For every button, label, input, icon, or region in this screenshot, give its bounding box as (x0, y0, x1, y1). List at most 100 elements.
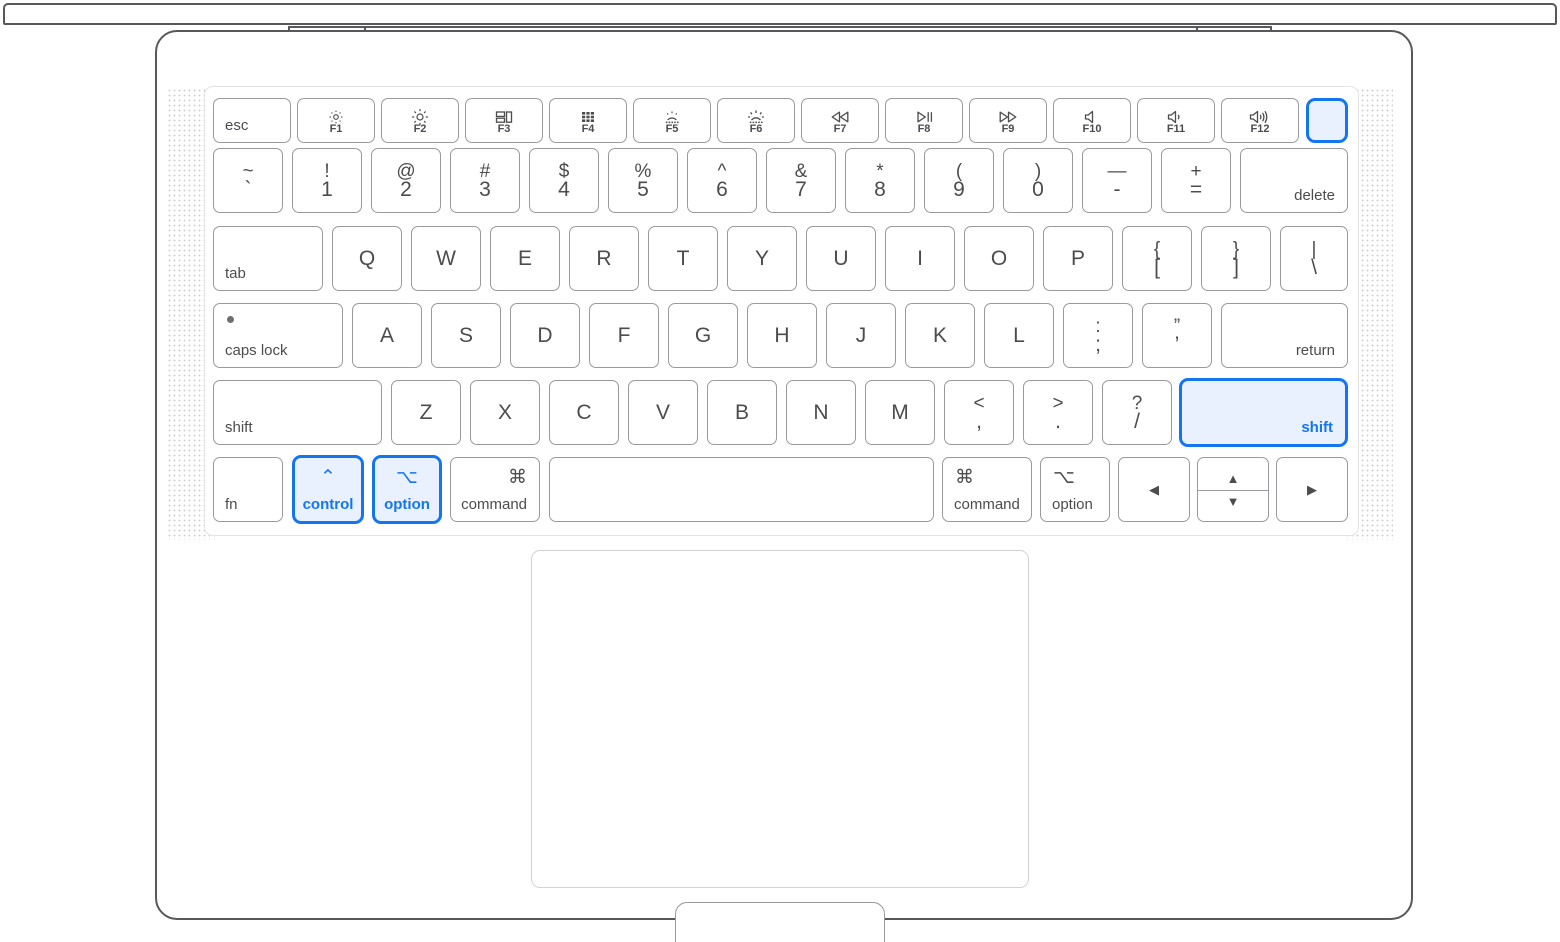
key-f12[interactable]: F12 (1221, 98, 1299, 143)
key-l-label: L (1013, 324, 1025, 347)
key-z[interactable]: Z (391, 380, 461, 445)
key-j[interactable]: J (826, 303, 896, 368)
key-y-label: Y (754, 247, 769, 270)
key-control[interactable]: ⌃ control (292, 455, 364, 524)
key-delete[interactable]: delete (1240, 148, 1348, 213)
key-fn[interactable]: fn (213, 457, 283, 522)
key-e[interactable]: E (490, 226, 560, 291)
key-return-label: return (1295, 342, 1335, 359)
key-option-right[interactable]: ⌥ option (1040, 457, 1110, 522)
key-arrow-right[interactable]: ▶ (1276, 457, 1348, 522)
display-lid (3, 3, 1557, 25)
key-f[interactable]: F (589, 303, 659, 368)
macbook-diagram: esc F1 F2 F3 F4 F5 F6 F7 F8 F9 F10 F11 F… (0, 0, 1560, 942)
key-bracket-left[interactable]: { [ (1122, 226, 1192, 291)
key-f10[interactable]: F10 (1053, 98, 1131, 143)
key-k-label: K (932, 324, 947, 347)
key-p[interactable]: P (1043, 226, 1113, 291)
key-f3[interactable]: F3 (465, 98, 543, 143)
key-backslash[interactable]: | \ (1280, 226, 1348, 291)
key-comma-label: , (976, 410, 982, 433)
key-5[interactable]: % 5 (608, 148, 678, 213)
key-command-left[interactable]: ⌘ command (450, 457, 540, 522)
key-n-label: N (813, 401, 829, 424)
key-3[interactable]: # 3 (450, 148, 520, 213)
key-t[interactable]: T (648, 226, 718, 291)
key-1[interactable]: ! 1 (292, 148, 362, 213)
key-minus[interactable]: — - (1082, 148, 1152, 213)
key-m[interactable]: M (865, 380, 935, 445)
key-l[interactable]: L (984, 303, 1054, 368)
key-f11[interactable]: F11 (1137, 98, 1215, 143)
key-4-label: 4 (558, 178, 570, 201)
key-command-right[interactable]: ⌘ command (942, 457, 1032, 522)
key-semicolon[interactable]: : ; (1063, 303, 1133, 368)
key-f7[interactable]: F7 (801, 98, 879, 143)
key-h[interactable]: H (747, 303, 817, 368)
key-f1[interactable]: F1 (297, 98, 375, 143)
key-shift-left[interactable]: shift (213, 380, 382, 445)
key-z-label: Z (419, 401, 433, 424)
key-f2[interactable]: F2 (381, 98, 459, 143)
key-o[interactable]: O (964, 226, 1034, 291)
key-f9[interactable]: F9 (969, 98, 1047, 143)
key-slash[interactable]: ? / (1102, 380, 1172, 445)
key-option-left[interactable]: ⌥ option (372, 455, 442, 524)
key-f5-label: F5 (665, 123, 679, 135)
key-q[interactable]: Q (332, 226, 402, 291)
arrow-up-icon[interactable]: ▲ (1198, 472, 1268, 485)
trackpad[interactable] (531, 550, 1029, 888)
key-n[interactable]: N (786, 380, 856, 445)
key-f5[interactable]: F5 (633, 98, 711, 143)
key-equal[interactable]: + = (1161, 148, 1231, 213)
key-tab[interactable]: tab (213, 226, 323, 291)
key-c[interactable]: C (549, 380, 619, 445)
key-k[interactable]: K (905, 303, 975, 368)
key-t-label: T (676, 247, 690, 270)
key-s-label: S (458, 324, 473, 347)
key-7[interactable]: & 7 (766, 148, 836, 213)
key-shift-right[interactable]: shift (1179, 378, 1348, 447)
key-w[interactable]: W (411, 226, 481, 291)
key-quote[interactable]: ” ’ (1142, 303, 1212, 368)
key-f8[interactable]: F8 (885, 98, 963, 143)
key-x[interactable]: X (470, 380, 540, 445)
key-shift-right-label: shift (1301, 419, 1333, 436)
arrow-down-icon[interactable]: ▼ (1198, 495, 1268, 508)
lid-open-notch (675, 902, 885, 942)
key-power-touch-id[interactable] (1306, 98, 1348, 143)
key-a-label: A (379, 324, 394, 347)
key-b-label: B (734, 401, 749, 424)
key-return[interactable]: return (1221, 303, 1348, 368)
key-i[interactable]: I (885, 226, 955, 291)
key-r[interactable]: R (569, 226, 639, 291)
key-s[interactable]: S (431, 303, 501, 368)
key-0[interactable]: ) 0 (1003, 148, 1073, 213)
key-y[interactable]: Y (727, 226, 797, 291)
key-b[interactable]: B (707, 380, 777, 445)
key-8[interactable]: * 8 (845, 148, 915, 213)
key-v[interactable]: V (628, 380, 698, 445)
key-6[interactable]: ^ 6 (687, 148, 757, 213)
key-f4[interactable]: F4 (549, 98, 627, 143)
key-arrow-left[interactable]: ◀ (1118, 457, 1190, 522)
key-f6[interactable]: F6 (717, 98, 795, 143)
key-d[interactable]: D (510, 303, 580, 368)
key-u[interactable]: U (806, 226, 876, 291)
key-caps-lock[interactable]: caps lock (213, 303, 343, 368)
key-esc[interactable]: esc (213, 98, 291, 143)
key-d-label: D (537, 324, 553, 347)
key-bracket-right[interactable]: } ] (1201, 226, 1271, 291)
key-f9-label: F9 (1001, 123, 1015, 135)
key-period[interactable]: > . (1023, 380, 1093, 445)
key-space[interactable] (549, 457, 934, 522)
key-g[interactable]: G (668, 303, 738, 368)
key-f12-label: F12 (1250, 123, 1270, 135)
key-4[interactable]: $ 4 (529, 148, 599, 213)
key-9[interactable]: ( 9 (924, 148, 994, 213)
key-comma[interactable]: < , (944, 380, 1014, 445)
key-a[interactable]: A (352, 303, 422, 368)
key-backtick[interactable]: ~ ` (213, 148, 283, 213)
key-arrow-up-down[interactable]: ▲ ▼ (1197, 457, 1269, 522)
key-2[interactable]: @ 2 (371, 148, 441, 213)
